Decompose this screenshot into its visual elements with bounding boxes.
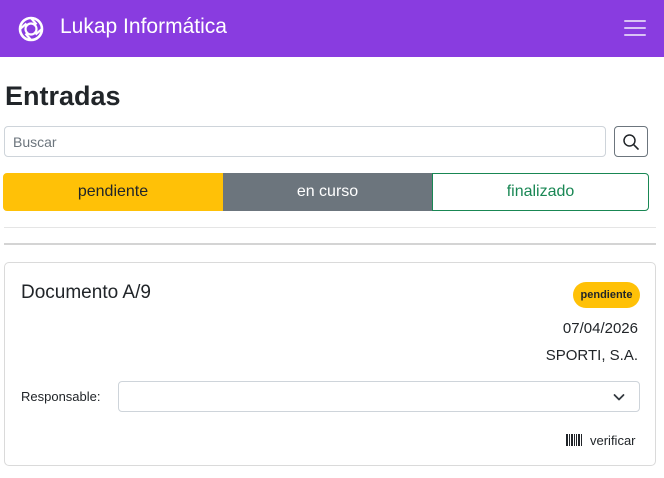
responsible-select[interactable] [118,381,640,412]
aperture-logo-icon[interactable] [18,16,44,42]
page-title: Entradas [5,81,121,111]
brand-name[interactable]: Lukap Informática [60,14,227,40]
verify-label: verificar [590,432,636,448]
search-input[interactable] [4,126,606,157]
divider [4,227,656,228]
document-title: Documento A/9 [21,282,151,303]
responsible-label: Responsable: [21,389,101,404]
tab-pendiente[interactable]: pendiente [3,173,223,211]
document-client: SPORTI, S.A. [545,347,638,364]
tab-en-curso[interactable]: en curso [223,173,432,211]
search-icon [623,133,639,150]
status-badge: pendiente [573,282,640,308]
document-date: 07/04/2026 [562,320,638,337]
hamburger-icon[interactable] [624,20,646,38]
navbar: Lukap Informática [0,0,664,57]
search-button[interactable] [614,126,648,157]
document-card: Documento A/9 pendiente 07/04/2026 SPORT… [4,262,656,466]
barcode-icon [566,434,582,446]
verify-button[interactable]: verificar [566,431,636,449]
tab-finalizado[interactable]: finalizado [432,173,649,211]
divider [4,243,656,245]
chevron-down-icon [613,394,625,401]
status-filter-tabs: pendiente en curso finalizado [3,173,649,211]
